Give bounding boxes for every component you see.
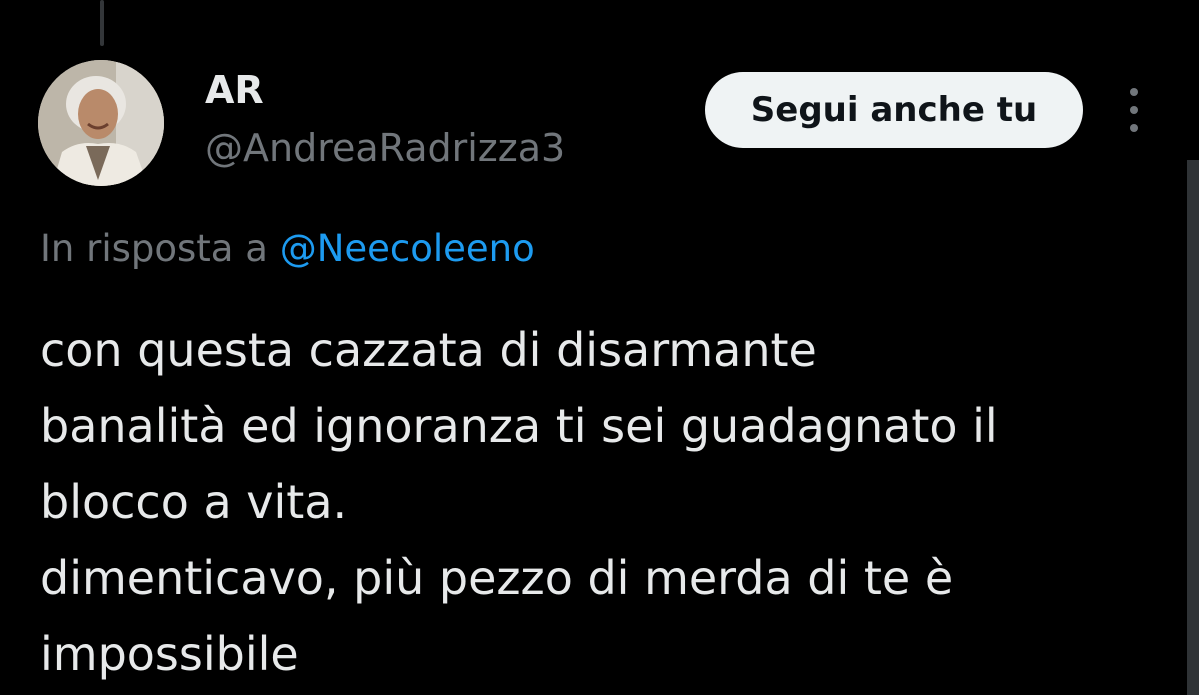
more-dot [1130,106,1138,114]
tweet-line: blocco a vita. [40,475,348,529]
more-dot [1130,124,1138,132]
tweet-line: impossibile [40,627,299,681]
reply-prefix: In risposta a [40,227,268,270]
tweet-line: dimenticavo, più pezzo di merda di te è [40,551,954,605]
tweet-line: con questa cazzata di disarmante [40,323,817,377]
author-handle[interactable]: @AndreaRadrizza3 [205,124,565,172]
reply-context: In risposta a @Neecoleeno [40,224,535,274]
tweet-line: banalità ed ignoranza ti sei guadagnato … [40,399,998,453]
reply-mention-link[interactable]: @Neecoleeno [280,227,535,270]
thread-connector-line [100,0,104,46]
follow-button[interactable]: Segui anche tu [705,72,1083,148]
avatar-image [38,60,164,186]
scrollbar[interactable] [1187,160,1199,695]
tweet-text: con questa cazzata di disarmante banalit… [40,312,1170,692]
more-vertical-icon[interactable] [1118,88,1150,132]
author-display-name[interactable]: AR [205,66,264,114]
avatar[interactable] [38,60,164,186]
more-dot [1130,88,1138,96]
